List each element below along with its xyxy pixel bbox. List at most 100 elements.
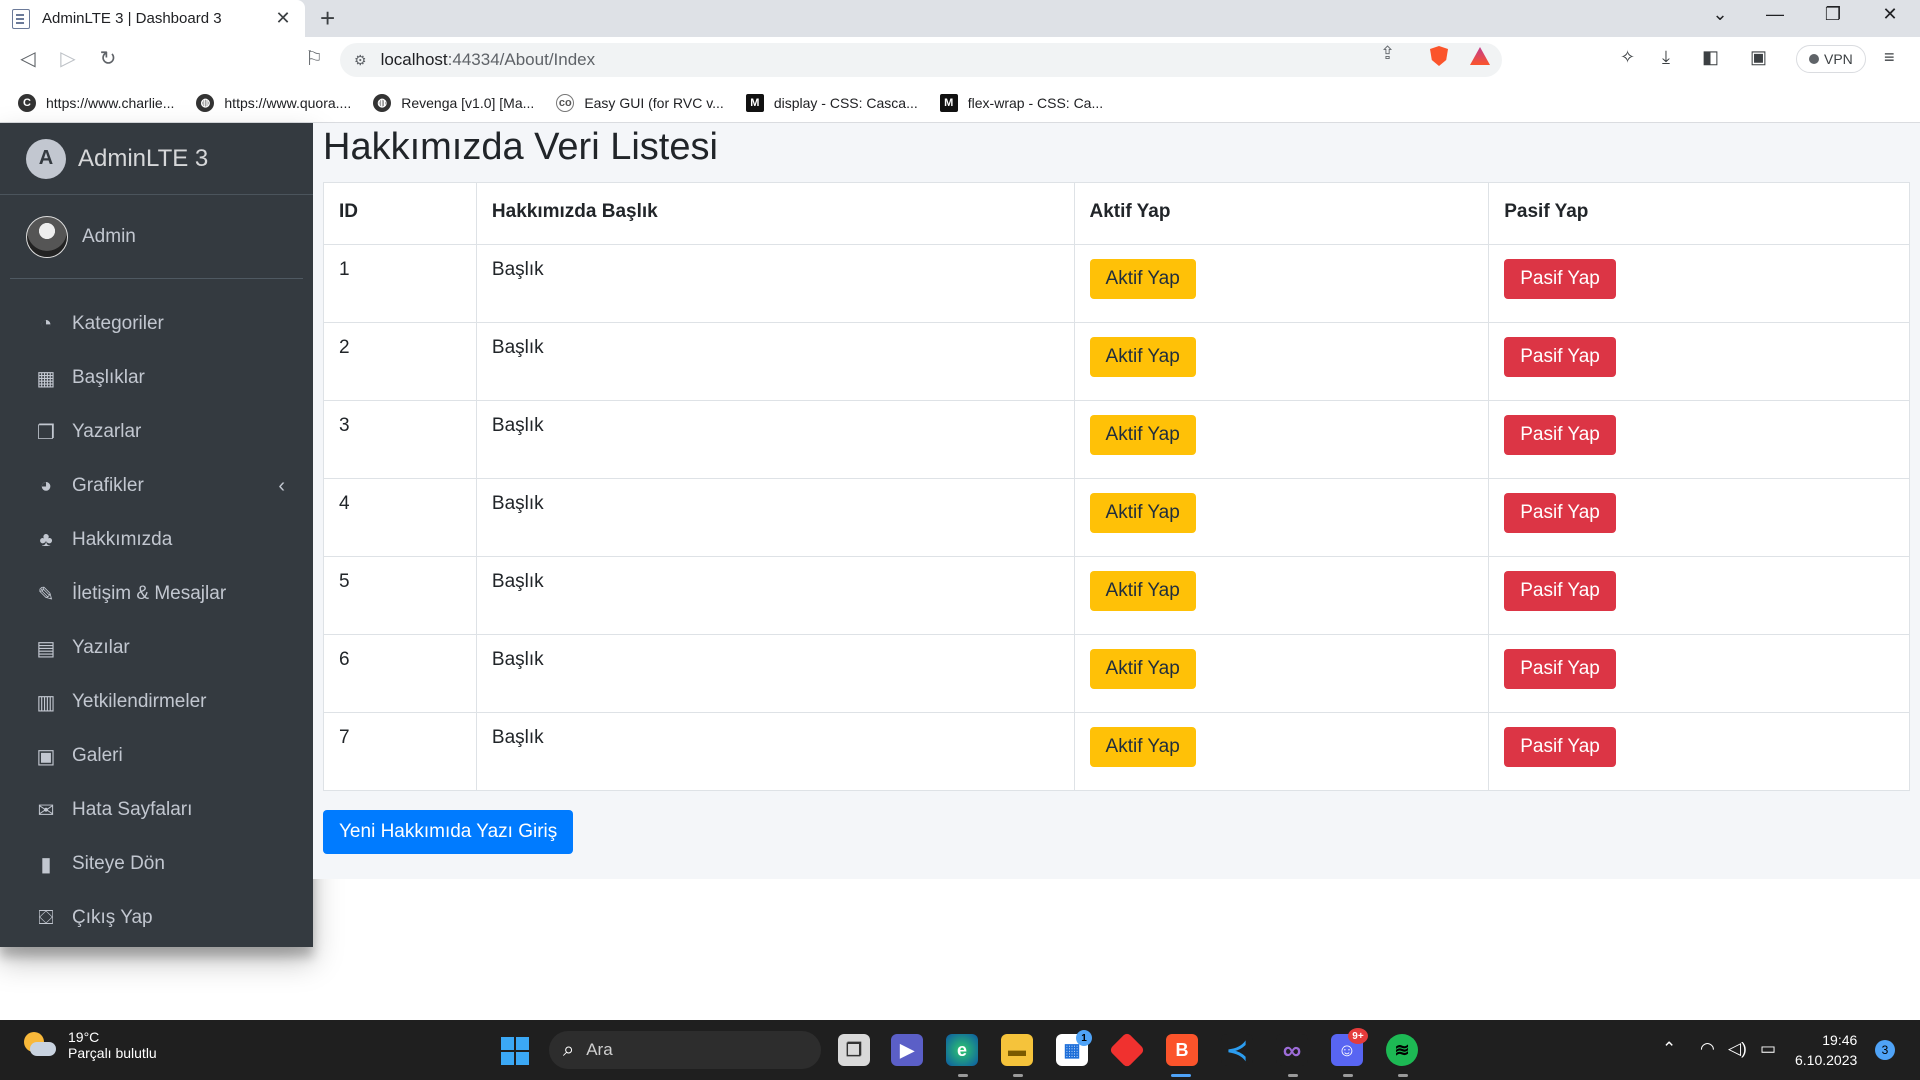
search-placeholder: Ara (586, 1040, 613, 1059)
vpn-button[interactable]: VPN (1796, 45, 1866, 73)
sidebar-item-hakkimizda[interactable]: ♣ Hakkımızda (0, 513, 313, 567)
row-deactivate-cell: Pasif Yap (1488, 634, 1910, 713)
sidebar-item-grafikler[interactable]: ◕ Grafikler ‹ (0, 459, 313, 513)
activate-button[interactable]: Aktif Yap (1089, 493, 1196, 533)
wifi-icon[interactable]: ◠ (1700, 1039, 1715, 1059)
visual-studio-icon[interactable]: ∞ (1276, 1034, 1308, 1066)
brand-link[interactable]: A AdminLTE 3 (0, 123, 313, 195)
reload-icon[interactable]: ↻ (94, 46, 122, 71)
sidebar-item-yetkilendirmeler[interactable]: ▥ Yetkilendirmeler (0, 675, 313, 729)
bookmark-item[interactable]: Chttps://www.charlie... (18, 93, 174, 112)
wallet-icon[interactable]: ▣ (1750, 47, 1767, 68)
activate-button[interactable]: Aktif Yap (1089, 571, 1196, 611)
edit-icon: ✎ (37, 583, 55, 606)
column-header-deactivate: Pasif Yap (1488, 182, 1910, 245)
share-icon[interactable]: ⇪ (1380, 43, 1395, 64)
start-button-icon[interactable] (501, 1037, 529, 1065)
address-bar[interactable]: ⚙ localhost:44334/About/Index (340, 43, 1502, 77)
battery-icon[interactable]: ▭ (1760, 1039, 1776, 1059)
deactivate-button[interactable]: Pasif Yap (1504, 259, 1616, 299)
tray-expand-icon[interactable]: ⌃ (1662, 1039, 1676, 1059)
activate-button[interactable]: Aktif Yap (1089, 259, 1196, 299)
deactivate-button[interactable]: Pasif Yap (1504, 571, 1616, 611)
sidebar-item-hata-sayfalari[interactable]: ✉ Hata Sayfaları (0, 783, 313, 837)
site-info-icon[interactable]: ⚙ (354, 52, 367, 69)
vpn-label: VPN (1824, 51, 1853, 67)
activate-button[interactable]: Aktif Yap (1089, 649, 1196, 689)
sidebar-item-iletisim[interactable]: ✎ İletişim & Mesajlar (0, 567, 313, 621)
file-explorer-icon[interactable]: ▬ (1001, 1034, 1033, 1066)
task-view-icon[interactable]: ❐ (838, 1034, 870, 1066)
add-about-button[interactable]: Yeni Hakkımıda Yazı Giriş (323, 810, 574, 854)
sidebar-item-siteye-don[interactable]: ▮ Siteye Dön (0, 837, 313, 891)
bookmark-item[interactable]: Mdisplay - CSS: Casca... (745, 93, 918, 112)
new-tab-icon[interactable]: + (320, 3, 335, 34)
forward-icon[interactable]: ▷ (54, 46, 82, 71)
deactivate-button[interactable]: Pasif Yap (1504, 649, 1616, 689)
url-path: :44334/About/Index (447, 50, 596, 69)
table-row: 5 Başlık Aktif Yap Pasif Yap (323, 556, 1910, 635)
anydesk-icon[interactable] (1108, 1031, 1146, 1069)
sidebar-item-yazarlar[interactable]: ❐ Yazarlar (0, 405, 313, 459)
download-icon[interactable]: ⤓ (1662, 47, 1670, 68)
weather-widget[interactable]: 19°C Parçalı bulutlu (22, 1029, 157, 1061)
tab-close-icon[interactable]: ✕ (273, 8, 293, 29)
sidebar-item-label: Galeri (72, 745, 123, 766)
notification-badge[interactable]: 3 (1875, 1040, 1895, 1060)
user-name: Admin (82, 225, 136, 247)
clock-time: 19:46 (1822, 1032, 1858, 1048)
url-host: localhost (380, 50, 448, 69)
sidebar-item-kategoriler[interactable]: ◔ Kategoriler (0, 297, 313, 351)
clock[interactable]: 19:46 6.10.2023 (1795, 1030, 1857, 1070)
envelope-icon: ✉ (37, 799, 55, 822)
row-deactivate-cell: Pasif Yap (1488, 478, 1910, 557)
row-activate-cell: Aktif Yap (1073, 634, 1490, 713)
brave-browser-icon[interactable]: B (1166, 1034, 1198, 1066)
deactivate-button[interactable]: Pasif Yap (1504, 493, 1616, 533)
edge-icon[interactable]: e (946, 1034, 978, 1066)
activate-button[interactable]: Aktif Yap (1089, 415, 1196, 455)
user-panel[interactable]: Admin (10, 195, 303, 279)
bookmark-item[interactable]: ◍ https://www.quora.... (196, 93, 351, 112)
row-activate-cell: Aktif Yap (1073, 556, 1490, 635)
restore-icon[interactable]: ❐ (1813, 4, 1853, 25)
activate-button[interactable]: Aktif Yap (1089, 337, 1196, 377)
menu-icon[interactable]: ≡ (1884, 47, 1895, 68)
window-close-icon[interactable]: ✕ (1870, 4, 1910, 25)
volume-icon[interactable]: ◁) (1728, 1039, 1747, 1059)
minimize-icon[interactable]: — (1755, 4, 1795, 25)
spotify-icon[interactable]: ≋ (1386, 1034, 1418, 1066)
table-row: 1 Başlık Aktif Yap Pasif Yap (323, 244, 1910, 323)
sidebar-item-yazilar[interactable]: ▤ Yazılar (0, 621, 313, 675)
user-door-icon: ⛋ (38, 906, 54, 929)
sidebar-toggle-icon[interactable]: ◧ (1702, 47, 1719, 68)
row-activate-cell: Aktif Yap (1073, 322, 1490, 401)
bookmark-item[interactable]: ◍ Revenga [v1.0] [Ma... (373, 93, 534, 112)
back-icon[interactable]: ◁ (14, 46, 42, 71)
deactivate-button[interactable]: Pasif Yap (1504, 727, 1616, 767)
row-activate-cell: Aktif Yap (1073, 244, 1490, 323)
browser-tab-active[interactable]: AdminLTE 3 | Dashboard 3 ✕ (0, 0, 305, 37)
deactivate-button[interactable]: Pasif Yap (1504, 337, 1616, 377)
sidebar-item-galeri[interactable]: ▣ Galeri (0, 729, 313, 783)
bookmark-icon[interactable]: ⚐ (300, 46, 328, 71)
mdn-icon: M (939, 93, 958, 112)
deactivate-button[interactable]: Pasif Yap (1504, 415, 1616, 455)
bookmark-item[interactable]: Mflex-wrap - CSS: Ca... (939, 93, 1103, 112)
chevron-left-icon: ‹ (278, 474, 285, 497)
activate-button[interactable]: Aktif Yap (1089, 727, 1196, 767)
teams-icon[interactable]: ▶ (891, 1034, 923, 1066)
row-activate-cell: Aktif Yap (1073, 478, 1490, 557)
row-deactivate-cell: Pasif Yap (1488, 556, 1910, 635)
sidebar-item-basliklar[interactable]: ▦ Başlıklar (0, 351, 313, 405)
avatar (26, 215, 68, 258)
sidebar-item-cikis-yap[interactable]: ⛋ Çıkış Yap (0, 891, 313, 945)
taskbar-search[interactable]: ⌕ Ara (549, 1031, 821, 1069)
row-id: 5 (323, 556, 477, 635)
table-row: 2 Başlık Aktif Yap Pasif Yap (323, 322, 1910, 401)
bookmark-item[interactable]: co Easy GUI (for RVC v... (556, 93, 724, 112)
tab-search-chevron-icon[interactable]: ⌄ (1700, 4, 1740, 25)
vscode-icon[interactable]: ≺ (1221, 1034, 1253, 1066)
extensions-icon[interactable]: ✧ (1620, 47, 1635, 68)
sidebar-item-label: Hata Sayfaları (72, 799, 193, 820)
